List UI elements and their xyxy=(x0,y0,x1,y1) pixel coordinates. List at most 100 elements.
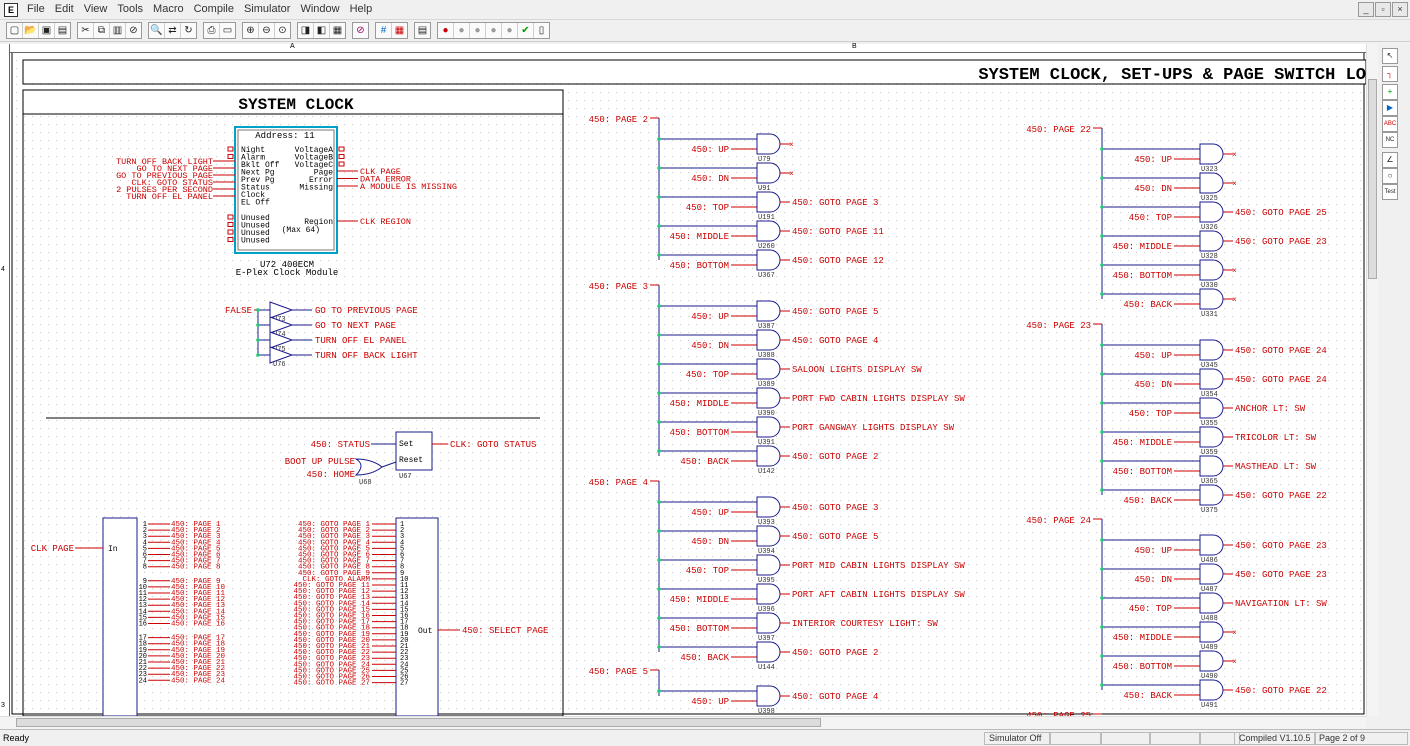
menu-window[interactable]: Window xyxy=(295,0,344,19)
and-gate xyxy=(756,191,781,213)
schematic-sheet[interactable]: SYSTEM CLOCK, SET-UPS & PAGE SWITCH LO SY… xyxy=(0,44,1367,716)
and-gate xyxy=(1199,259,1224,281)
page-next-icon[interactable]: ◧ xyxy=(314,23,330,38)
gate-input-net: 450: BOTTOM xyxy=(670,624,729,634)
component-tool-icon[interactable]: ▶ xyxy=(1382,100,1398,116)
cut-icon[interactable]: ✂ xyxy=(78,23,94,38)
wire-tool-icon[interactable]: ┐ xyxy=(1382,66,1398,82)
gate-input-net: 450: DN xyxy=(1134,184,1172,194)
zoom-out-icon[interactable]: ⊖ xyxy=(259,23,275,38)
refresh-icon[interactable]: ↻ xyxy=(181,23,196,38)
save-icon[interactable]: ▣ xyxy=(39,23,55,38)
gate-input-net: 450: UP xyxy=(691,145,729,155)
stop-icon[interactable]: ⊘ xyxy=(126,23,141,38)
find-replace-icon[interactable]: ⇄ xyxy=(165,23,181,38)
horizontal-scroll-thumb[interactable] xyxy=(16,718,821,727)
gate-input-net: 450: MIDDLE xyxy=(670,595,729,605)
page-net: 450: PAGE 24 xyxy=(1026,516,1091,526)
or-input-net: BOOT UP PULSE xyxy=(285,457,355,467)
gate-output-net: 450: GOTO PAGE 25 xyxy=(1235,208,1327,218)
and-gate xyxy=(1199,650,1224,672)
clock-region-net: CLK REGION xyxy=(360,217,411,227)
and-gate xyxy=(1199,201,1224,223)
open-icon[interactable]: 📂 xyxy=(23,23,39,38)
gate-ref: U375 xyxy=(1201,507,1218,515)
clock-pin-label: (Max 64) xyxy=(282,226,320,235)
gate-output-net: PORT FWD CABIN LIGHTS DISPLAY SW xyxy=(792,394,965,404)
junction-tool-icon[interactable]: + xyxy=(1382,84,1398,100)
check-icon[interactable]: ✔ xyxy=(518,23,534,38)
page-window-icon[interactable]: ▦ xyxy=(330,23,345,38)
menu-tools[interactable]: Tools xyxy=(112,0,148,19)
print-preview-icon[interactable]: ▭ xyxy=(220,23,235,38)
copy-icon[interactable]: ⧉ xyxy=(94,23,110,38)
latch-ref: U67 xyxy=(399,473,412,481)
status-cell-empty-3 xyxy=(1150,732,1200,745)
gate-output-net: 450: GOTO PAGE 5 xyxy=(792,307,878,317)
gate-input-net: 450: BACK xyxy=(680,653,729,663)
minimize-icon[interactable]: _ xyxy=(1358,2,1374,17)
sim-off-icon[interactable]: ● xyxy=(502,23,518,38)
junction-dot xyxy=(1100,234,1104,238)
junction-dot xyxy=(256,338,260,342)
junction-dot xyxy=(657,166,661,170)
sim-off-icon[interactable]: ● xyxy=(470,23,486,38)
gate-input-net: 450: TOP xyxy=(686,566,729,576)
horizontal-scrollbar[interactable] xyxy=(0,716,1366,729)
restore-icon[interactable]: ▫ xyxy=(1375,2,1391,17)
grid-icon[interactable]: ▦ xyxy=(392,23,407,38)
clock-pin-label: EL Off xyxy=(241,199,270,208)
gate-output-net: INTERIOR COURTESY LIGHT: SW xyxy=(792,619,938,629)
paste-icon[interactable]: ▥ xyxy=(110,23,126,38)
toolbar-group-3: 🔍 ⇄ ↻ xyxy=(148,22,197,39)
test-tool-icon[interactable]: Test xyxy=(1382,184,1398,200)
ruler-left: 4 3 xyxy=(0,44,10,716)
print-icon[interactable]: ⎙ xyxy=(204,23,220,38)
gate-output-net: 450: GOTO PAGE 24 xyxy=(1235,375,1327,385)
close-icon[interactable]: × xyxy=(1392,2,1408,17)
menu-compile[interactable]: Compile xyxy=(189,0,239,19)
numbers-icon[interactable]: # xyxy=(376,23,392,38)
menu-file[interactable]: File xyxy=(22,0,50,19)
sim-off-icon[interactable]: ● xyxy=(454,23,470,38)
mux-out-pin: Out xyxy=(418,627,432,636)
gate-input-net: 450: DN xyxy=(691,537,729,547)
circle-tool-icon[interactable]: ○ xyxy=(1382,168,1398,184)
schematic-canvas[interactable]: SYSTEM CLOCK, SET-UPS & PAGE SWITCH LO SY… xyxy=(0,44,1372,716)
menu-macro[interactable]: Macro xyxy=(148,0,189,19)
toolbar-group-2: ✂ ⧉ ▥ ⊘ xyxy=(77,22,142,39)
gate-input-net: 450: UP xyxy=(691,508,729,518)
no-connect-x: × xyxy=(1232,180,1237,189)
menu-edit[interactable]: Edit xyxy=(50,0,79,19)
status-cell-empty-2 xyxy=(1100,732,1150,745)
forbidden-icon[interactable]: ⊘ xyxy=(353,23,368,38)
gate-output-net: 450: GOTO PAGE 23 xyxy=(1235,237,1327,247)
and-gate xyxy=(1199,368,1224,390)
no-connect-tool-icon[interactable]: NC xyxy=(1382,132,1398,148)
and-gate xyxy=(1199,621,1224,643)
gate-output-net: 450: GOTO PAGE 11 xyxy=(792,227,884,237)
vertical-scroll-thumb[interactable] xyxy=(1368,79,1377,279)
line-tool-icon[interactable]: ∠ xyxy=(1382,152,1398,168)
zoom-fit-icon[interactable]: ⊙ xyxy=(275,23,290,38)
gate-input-net: 450: DN xyxy=(1134,575,1172,585)
find-icon[interactable]: 🔍 xyxy=(149,23,165,38)
mux-pin-number: 16 xyxy=(139,621,147,629)
zoom-in-icon[interactable]: ⊕ xyxy=(243,23,259,38)
new-icon[interactable]: ▢ xyxy=(7,23,23,38)
module-icon[interactable]: ▤ xyxy=(415,23,430,38)
save-all-icon[interactable]: ▤ xyxy=(55,23,70,38)
sim-off-icon[interactable]: ● xyxy=(486,23,502,38)
text-tool-icon[interactable]: ABC xyxy=(1382,116,1398,132)
chip-icon[interactable]: ▯ xyxy=(534,23,549,38)
select-pointer-icon[interactable]: ↖ xyxy=(1382,48,1398,64)
run-icon[interactable]: ● xyxy=(438,23,454,38)
and-gate xyxy=(756,612,781,634)
status-cell-empty-1 xyxy=(1050,732,1102,745)
menu-simulator[interactable]: Simulator xyxy=(239,0,295,19)
menu-help[interactable]: Help xyxy=(345,0,378,19)
and-gate xyxy=(1199,230,1224,252)
menu-view[interactable]: View xyxy=(79,0,113,19)
and-gate xyxy=(756,416,781,438)
page-prev-icon[interactable]: ◨ xyxy=(298,23,314,38)
